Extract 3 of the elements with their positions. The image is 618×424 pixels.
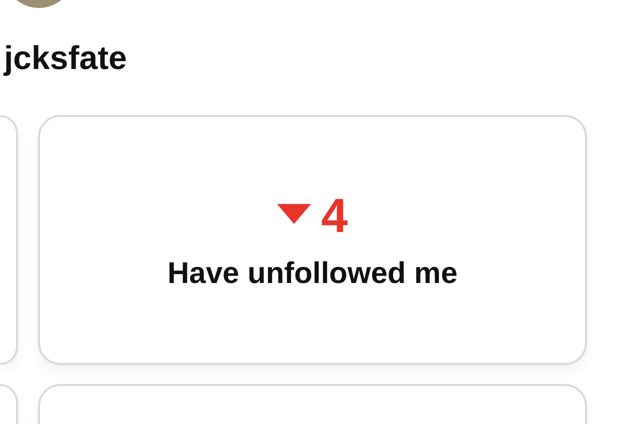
- stat-label: Have unfollowed me: [167, 257, 458, 291]
- stat-value: 4: [321, 191, 348, 243]
- username: jcksfate: [4, 38, 127, 78]
